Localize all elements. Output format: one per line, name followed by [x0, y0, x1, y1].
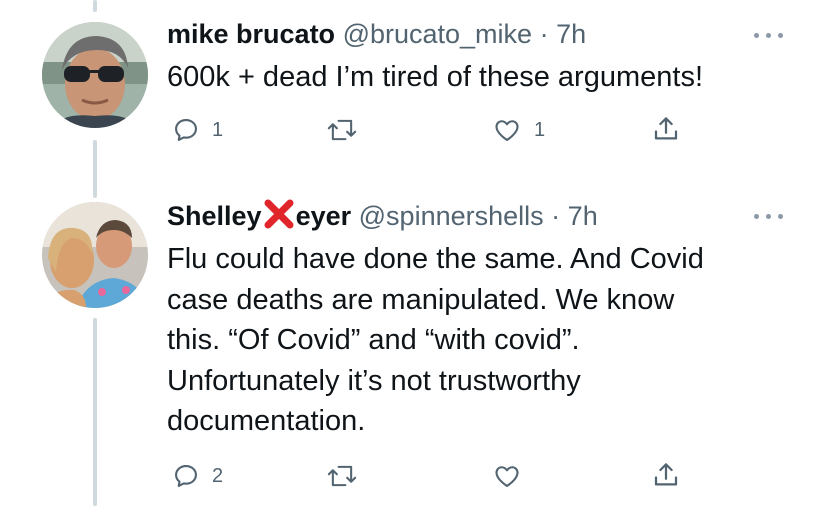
- share-button[interactable]: [651, 460, 681, 490]
- tweet-text-line: Flu could have done the same. And Covid: [167, 243, 704, 275]
- avatar[interactable]: [42, 22, 148, 128]
- timestamp[interactable]: 7h: [556, 19, 586, 49]
- like-button[interactable]: [492, 462, 534, 490]
- timestamp[interactable]: 7h: [568, 201, 598, 231]
- heart-icon: [495, 466, 519, 487]
- like-count: 1: [534, 118, 546, 141]
- share-icon: [654, 117, 678, 140]
- tweet-text-line: this. “Of Covid” and “with covid”.: [167, 324, 580, 356]
- tweet-text: Flu could have done the same. And Covid …: [167, 239, 787, 442]
- share-button[interactable]: [651, 114, 681, 144]
- more-options-icon[interactable]: [754, 211, 784, 221]
- reply-count: 2: [212, 464, 224, 487]
- reply-count: 1: [212, 118, 224, 141]
- user-handle[interactable]: @brucato_mike: [343, 19, 533, 49]
- avatar[interactable]: [42, 202, 148, 308]
- tweet-text-line: case deaths are manipulated. We know: [167, 283, 675, 316]
- display-name-end: eyer: [295, 201, 352, 231]
- tweet-text-line: documentation.: [167, 405, 366, 437]
- reply-button[interactable]: 1: [172, 116, 223, 144]
- retweet-button[interactable]: [326, 462, 370, 490]
- separator: ·: [539, 19, 549, 49]
- share-icon: [654, 463, 678, 486]
- retweet-icon: [327, 119, 357, 141]
- reply-icon: [175, 465, 197, 487]
- display-name[interactable]: Shelley eyer: [167, 199, 352, 231]
- retweet-icon: [327, 465, 357, 487]
- user-handle[interactable]: @spinnershells: [359, 201, 544, 231]
- tweet[interactable]: mike brucato @brucato_mike · 7h 600k + d…: [0, 0, 828, 190]
- like-button[interactable]: 1: [492, 116, 545, 144]
- display-name[interactable]: mike brucato: [167, 19, 335, 49]
- reply-icon: [175, 119, 197, 141]
- cross-mark-icon: [264, 199, 294, 229]
- separator: ·: [551, 201, 561, 231]
- display-name-start: Shelley: [167, 201, 262, 231]
- tweet-text: 600k + dead I’m tired of these arguments…: [167, 61, 704, 93]
- tweet-header: mike brucato @brucato_mike · 7h: [167, 18, 586, 50]
- retweet-button[interactable]: [326, 116, 370, 144]
- tweet-text-line: Unfortunately it’s not trustworthy: [167, 364, 581, 397]
- reply-button[interactable]: 2: [172, 462, 223, 490]
- tweet[interactable]: Shelley eyer @spinnershells · 7h Flu coul…: [0, 190, 828, 506]
- more-options-icon[interactable]: [754, 30, 784, 40]
- tweet-header: Shelley eyer @spinnershells · 7h: [167, 199, 598, 232]
- heart-icon: [495, 120, 519, 141]
